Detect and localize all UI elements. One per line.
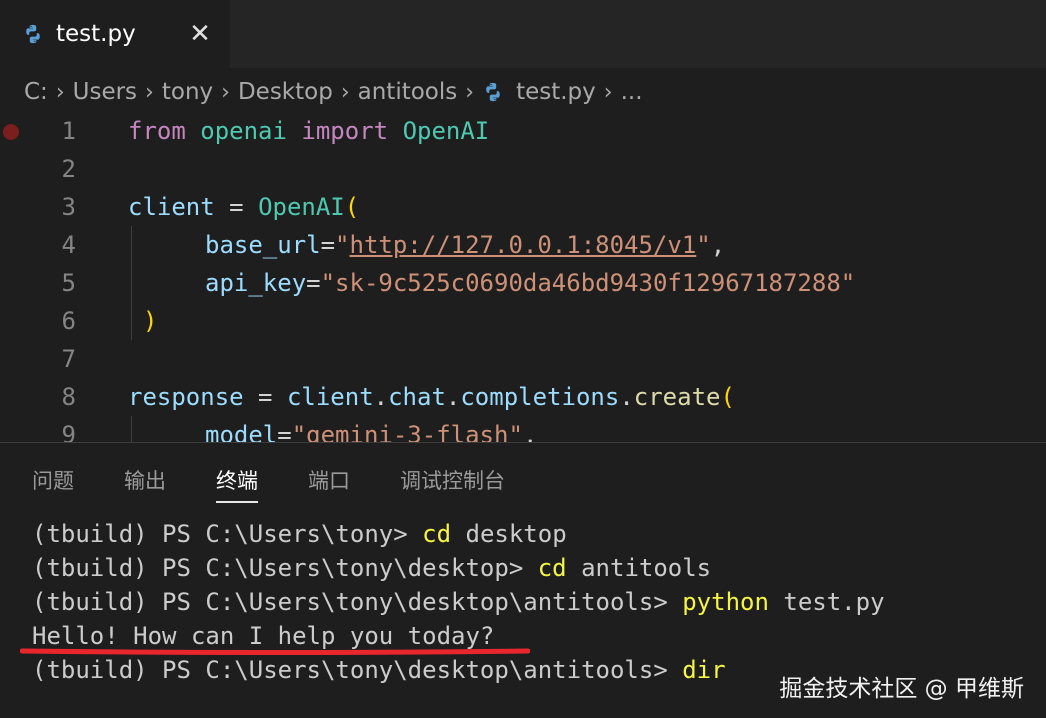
code-text: model="gemini-3-flash", <box>205 421 538 442</box>
line-number: 1 <box>61 117 76 145</box>
line-number: 7 <box>61 345 76 373</box>
terminal-line: (tbuild) PS C:\Users\tony\desktop\antito… <box>32 588 885 616</box>
chevron-right-icon: › <box>603 79 613 105</box>
chevron-right-icon: › <box>221 79 230 105</box>
code-text: api_key="sk-9c525c0690da46bd9430f1296718… <box>205 269 856 297</box>
code-line-8: 8 response = client.chat.completions.cre… <box>0 378 1046 416</box>
watermark: 掘金技术社区 @ 甲维斯 <box>779 676 1024 702</box>
tab-output[interactable]: 输出 <box>124 465 166 501</box>
terminal-line: (tbuild) PS C:\Users\tony> cd desktop <box>32 520 567 548</box>
code-line-1: 1 from openai import OpenAI <box>0 112 1046 150</box>
breadcrumb-item-drive[interactable]: C: <box>24 79 48 105</box>
code-line-3: 3 client = OpenAI( <box>0 188 1046 226</box>
close-icon[interactable]: ✕ <box>186 20 214 48</box>
code-line-7: 7 <box>0 340 1046 378</box>
editor-tab-bar: test.py ✕ <box>0 0 1046 68</box>
tab-ports[interactable]: 端口 <box>308 465 350 501</box>
code-line-2: 2 <box>0 150 1046 188</box>
code-text: from openai import OpenAI <box>128 117 490 145</box>
code-text: ) <box>143 307 158 335</box>
line-number: 6 <box>61 307 76 335</box>
red-underline-annotation <box>20 648 530 655</box>
code-line-9: 9 model="gemini-3-flash", <box>0 416 1046 442</box>
code-line-4: 4 base_url="http://127.0.0.1:8045/v1", <box>0 226 1046 264</box>
tab-problems[interactable]: 问题 <box>32 465 74 501</box>
line-number: 5 <box>61 269 76 297</box>
breadcrumb-item-file[interactable]: test.py <box>516 79 596 105</box>
code-editor[interactable]: 1 from openai import OpenAI 2 3 client =… <box>0 112 1046 442</box>
code-text: base_url="http://127.0.0.1:8045/v1", <box>205 231 726 259</box>
tab-terminal[interactable]: 终端 <box>216 465 258 503</box>
breadcrumb-item-symbols[interactable]: ... <box>621 79 643 105</box>
breadcrumb-item-desktop[interactable]: Desktop <box>238 79 333 105</box>
breadcrumb-item-antitools[interactable]: antitools <box>358 79 458 105</box>
chevron-right-icon: › <box>145 79 154 105</box>
python-icon <box>26 24 40 44</box>
python-icon <box>486 82 500 102</box>
line-number: 2 <box>61 155 76 183</box>
line-number: 4 <box>61 231 76 259</box>
code-line-5: 5 api_key="sk-9c525c0690da46bd9430f12967… <box>0 264 1046 302</box>
chevron-right-icon: › <box>55 79 65 105</box>
tab-debug-console[interactable]: 调试控制台 <box>400 465 505 501</box>
code-text: response = client.chat.completions.creat… <box>128 383 735 411</box>
breadcrumb: C: › Users › tony › Desktop › antitools … <box>24 72 643 112</box>
line-number: 9 <box>61 421 76 442</box>
editor-tab-test-py[interactable]: test.py ✕ <box>0 0 230 68</box>
line-number: 8 <box>61 383 76 411</box>
url-link[interactable]: http://127.0.0.1:8045/v1 <box>350 231 697 259</box>
tab-label: test.py <box>56 21 136 47</box>
breadcrumb-item-users[interactable]: Users <box>73 79 137 105</box>
code-text: client = OpenAI( <box>128 193 360 221</box>
line-number: 3 <box>61 193 76 221</box>
breadcrumb-item-tony[interactable]: tony <box>162 79 213 105</box>
chevron-right-icon: › <box>465 79 475 105</box>
terminal[interactable]: (tbuild) PS C:\Users\tony> cd desktop (t… <box>32 517 1032 687</box>
chevron-right-icon: › <box>340 79 350 105</box>
bottom-panel: 问题 输出 终端 端口 调试控制台 (tbuild) PS C:\Users\t… <box>0 442 1046 718</box>
code-line-6: 6 ) <box>0 302 1046 340</box>
terminal-line: (tbuild) PS C:\Users\tony\desktop> cd an… <box>32 554 712 582</box>
vscode-window: test.py ✕ C: › Users › tony › Desktop › … <box>0 0 1046 718</box>
panel-tab-bar: 问题 输出 终端 端口 调试控制台 <box>0 443 1046 513</box>
